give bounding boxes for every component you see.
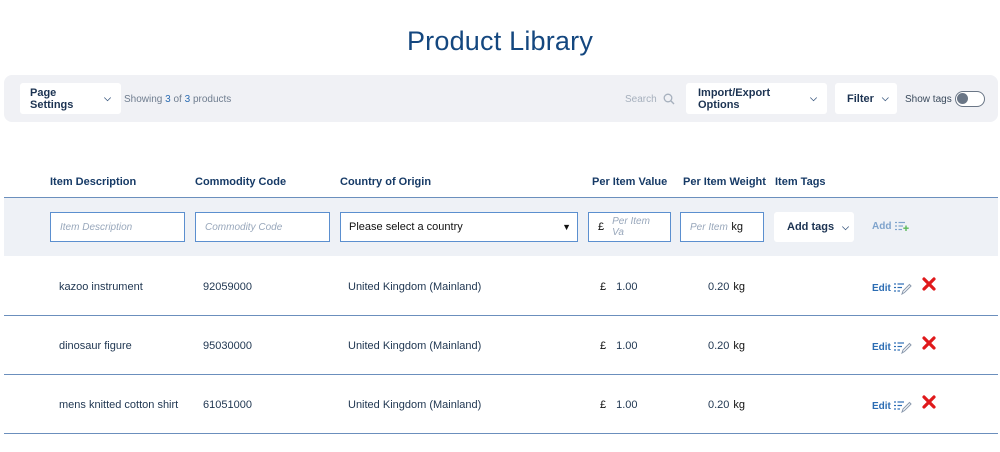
delete-x-icon[interactable] bbox=[922, 277, 936, 291]
item-description-cell: kazoo instrument bbox=[59, 281, 143, 293]
value-amount: 1.00 bbox=[616, 340, 638, 352]
commodity-code-input[interactable]: Commodity Code bbox=[195, 212, 330, 242]
edit-button[interactable]: Edit bbox=[872, 400, 912, 413]
showing-of: of bbox=[173, 94, 182, 105]
commodity-code-cell: 95030000 bbox=[203, 340, 252, 352]
country-select-value: Please select a country bbox=[349, 221, 463, 233]
currency-symbol: £ bbox=[600, 340, 607, 352]
currency-symbol: £ bbox=[600, 399, 607, 411]
header-item-description[interactable]: Item Description bbox=[50, 176, 136, 188]
per-item-weight-input[interactable]: Per Item kg bbox=[680, 212, 764, 242]
new-item-row: Item Description Commodity Code Please s… bbox=[4, 198, 998, 256]
weight-unit: kg bbox=[733, 340, 746, 352]
add-tags-label: Add tags bbox=[787, 221, 835, 233]
search-placeholder: Search bbox=[625, 93, 657, 105]
chevron-down-icon: ⌵ bbox=[104, 93, 111, 103]
table-row: mens knitted cotton shirt 61051000 Unite… bbox=[4, 375, 998, 434]
add-label: Add bbox=[872, 221, 892, 232]
item-description-placeholder: Item Description bbox=[60, 221, 133, 233]
item-description-input[interactable]: Item Description bbox=[50, 212, 185, 242]
per-item-weight-cell: 0.20 kg bbox=[708, 340, 745, 352]
chevron-down-icon: ⌵ bbox=[842, 221, 849, 232]
import-export-button[interactable]: Import/Export Options ⌵ bbox=[686, 83, 827, 114]
header-item-tags: Item Tags bbox=[775, 176, 826, 188]
add-item-button[interactable]: Add bbox=[872, 221, 910, 232]
edit-list-pencil-icon bbox=[893, 283, 912, 295]
table-row: dinosaur figure 95030000 United Kingdom … bbox=[4, 316, 998, 375]
import-export-label: Import/Export Options bbox=[698, 86, 771, 111]
show-tags-label: Show tags bbox=[905, 94, 952, 105]
currency-symbol: £ bbox=[598, 221, 605, 233]
weight-amount: 0.20 bbox=[708, 281, 730, 293]
chevron-down-icon: ⌵ bbox=[881, 93, 889, 103]
per-item-value-cell: £1.00 bbox=[600, 281, 638, 293]
showing-suffix: products bbox=[192, 94, 232, 105]
per-item-value-cell: £1.00 bbox=[600, 399, 638, 411]
weight-unit: kg bbox=[731, 221, 743, 233]
country-cell: United Kingdom (Mainland) bbox=[348, 281, 482, 293]
item-description-cell: dinosaur figure bbox=[59, 340, 132, 352]
header-commodity-code[interactable]: Commodity Code bbox=[195, 176, 286, 188]
country-cell: United Kingdom (Mainland) bbox=[348, 340, 482, 352]
country-cell: United Kingdom (Mainland) bbox=[348, 399, 482, 411]
commodity-code-cell: 92059000 bbox=[203, 281, 252, 293]
toggle-knob bbox=[957, 93, 968, 104]
weight-unit: kg bbox=[733, 281, 746, 293]
edit-list-pencil-icon bbox=[893, 401, 912, 413]
weight-unit: kg bbox=[733, 399, 746, 411]
search-icon bbox=[663, 93, 675, 105]
edit-list-pencil-icon bbox=[893, 342, 912, 354]
filter-button[interactable]: Filter ⌵ bbox=[835, 83, 897, 114]
weight-placeholder: Per Item bbox=[690, 221, 728, 233]
header-per-item-value[interactable]: Per Item Value bbox=[592, 176, 667, 188]
table-row: kazoo instrument 92059000 United Kingdom… bbox=[4, 257, 998, 316]
filter-label: Filter bbox=[847, 92, 874, 105]
item-description-cell: mens knitted cotton shirt bbox=[59, 399, 179, 411]
add-list-icon bbox=[895, 221, 910, 231]
chevron-down-icon: ⌵ bbox=[810, 93, 817, 103]
per-item-weight-cell: 0.20 kg bbox=[708, 281, 745, 293]
edit-label: Edit bbox=[872, 283, 891, 294]
showing-count: 3 bbox=[165, 94, 171, 105]
header-per-item-weight[interactable]: Per Item Weight bbox=[683, 176, 766, 188]
per-item-value-cell: £1.00 bbox=[600, 340, 638, 352]
dropdown-arrow-icon: ▼ bbox=[562, 222, 571, 232]
country-select[interactable]: Please select a country ▼ bbox=[340, 212, 578, 242]
page-title: Product Library bbox=[406, 26, 594, 56]
edit-button[interactable]: Edit bbox=[872, 341, 912, 354]
currency-symbol: £ bbox=[600, 281, 607, 293]
page-settings-label: Page Settings bbox=[30, 86, 74, 111]
value-amount: 1.00 bbox=[616, 281, 638, 293]
page-settings-button[interactable]: Page Settings ⌵ bbox=[20, 83, 121, 114]
add-tags-button[interactable]: Add tags ⌵ bbox=[774, 212, 854, 242]
per-item-value-input[interactable]: £ Per Item Va bbox=[588, 212, 671, 242]
delete-x-icon[interactable] bbox=[922, 395, 936, 409]
commodity-code-cell: 61051000 bbox=[203, 399, 252, 411]
show-tags-toggle[interactable] bbox=[955, 91, 985, 107]
toolbar: Page Settings ⌵ Showing 3 of 3 products … bbox=[4, 75, 998, 122]
showing-total: 3 bbox=[184, 94, 191, 105]
per-item-weight-cell: 0.20 kg bbox=[708, 399, 745, 411]
weight-amount: 0.20 bbox=[708, 340, 730, 352]
header-country-of-origin[interactable]: Country of Origin bbox=[340, 176, 431, 188]
edit-label: Edit bbox=[872, 401, 891, 412]
delete-x-icon[interactable] bbox=[922, 336, 936, 350]
edit-button[interactable]: Edit bbox=[872, 282, 912, 295]
commodity-code-placeholder: Commodity Code bbox=[205, 221, 283, 233]
products-count-text: Showing 3 of 3 products bbox=[124, 94, 231, 105]
value-amount: 1.00 bbox=[616, 399, 638, 411]
edit-label: Edit bbox=[872, 342, 891, 353]
showing-prefix: Showing bbox=[124, 94, 163, 105]
value-placeholder: Per Item Va bbox=[612, 216, 650, 238]
search-field[interactable]: Search bbox=[625, 93, 675, 105]
weight-amount: 0.20 bbox=[708, 399, 730, 411]
